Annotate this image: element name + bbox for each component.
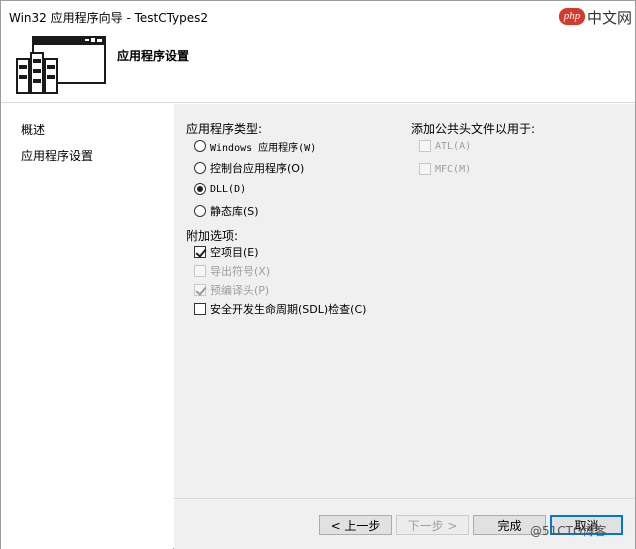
checkbox-export-symbols: 导出符号(X) xyxy=(194,263,270,279)
radio-indicator[interactable] xyxy=(194,140,206,152)
checkbox-label: 空项目(E) xyxy=(210,246,259,259)
radio-indicator[interactable] xyxy=(194,205,206,217)
window-title: Win32 应用程序向导 - TestCTypes2 xyxy=(9,11,209,25)
next-button: 下一步 > xyxy=(396,515,469,535)
sidebar-item-app-settings[interactable]: 应用程序设置 xyxy=(21,147,93,164)
checkbox-indicator xyxy=(194,265,206,277)
wizard-header: 应用程序设置 xyxy=(1,31,635,103)
checkbox-label: 预编译头(P) xyxy=(210,284,270,297)
checkbox-sdl-checks[interactable]: 安全开发生命周期(SDL)检查(C) xyxy=(194,301,366,317)
checkbox-label: ATL(A) xyxy=(435,140,472,152)
checkbox-atl: ATL(A) xyxy=(419,138,471,154)
radio-indicator[interactable] xyxy=(194,162,206,174)
sidebar-item-overview[interactable]: 概述 xyxy=(21,121,45,138)
radio-label: DLL(D) xyxy=(210,183,247,195)
page-heading: 应用程序设置 xyxy=(117,49,190,63)
back-button[interactable]: < 上一步 xyxy=(319,515,392,535)
checkbox-indicator xyxy=(419,140,431,152)
checkbox-mfc: MFC(M) xyxy=(419,161,471,177)
php-watermark: php 中文网 xyxy=(559,6,633,28)
radio-console-app[interactable]: 控制台应用程序(O) xyxy=(194,160,304,176)
php-watermark-text: 中文网 xyxy=(587,9,633,27)
checkbox-indicator[interactable] xyxy=(194,246,206,258)
common-headers-label: 添加公共头文件以用于: xyxy=(411,122,536,136)
checkbox-label: 安全开发生命周期(SDL)检查(C) xyxy=(210,303,367,316)
settings-panel: 应用程序类型: Windows 应用程序(W) 控制台应用程序(O) DLL(D… xyxy=(174,104,635,498)
site-watermark: @51CTO博客 xyxy=(530,524,607,538)
radio-label: Windows 应用程序(W) xyxy=(210,142,317,154)
wizard-sidebar: 概述 应用程序设置 xyxy=(1,104,173,549)
radio-label: 静态库(S) xyxy=(210,205,259,218)
checkbox-label: 导出符号(X) xyxy=(210,265,271,278)
radio-static-lib[interactable]: 静态库(S) xyxy=(194,203,259,219)
checkbox-label: MFC(M) xyxy=(435,163,472,175)
checkbox-empty-project[interactable]: 空项目(E) xyxy=(194,244,259,260)
checkbox-indicator xyxy=(419,163,431,175)
wizard-logo-icon xyxy=(16,36,106,94)
app-type-label: 应用程序类型: xyxy=(186,122,263,136)
wizard-window: Win32 应用程序向导 - TestCTypes2 php 中文网 应用程序设… xyxy=(0,0,636,549)
radio-label: 控制台应用程序(O) xyxy=(210,162,305,175)
radio-indicator[interactable] xyxy=(194,183,206,195)
checkbox-precompiled-header: 预编译头(P) xyxy=(194,282,269,298)
radio-dll[interactable]: DLL(D) xyxy=(194,181,246,197)
additional-options-label: 附加选项: xyxy=(186,229,239,243)
php-badge: php xyxy=(559,8,585,25)
title-bar[interactable]: Win32 应用程序向导 - TestCTypes2 php 中文网 xyxy=(1,1,635,31)
checkbox-indicator xyxy=(194,284,206,296)
checkbox-indicator[interactable] xyxy=(194,303,206,315)
radio-windows-app[interactable]: Windows 应用程序(W) xyxy=(194,138,316,154)
